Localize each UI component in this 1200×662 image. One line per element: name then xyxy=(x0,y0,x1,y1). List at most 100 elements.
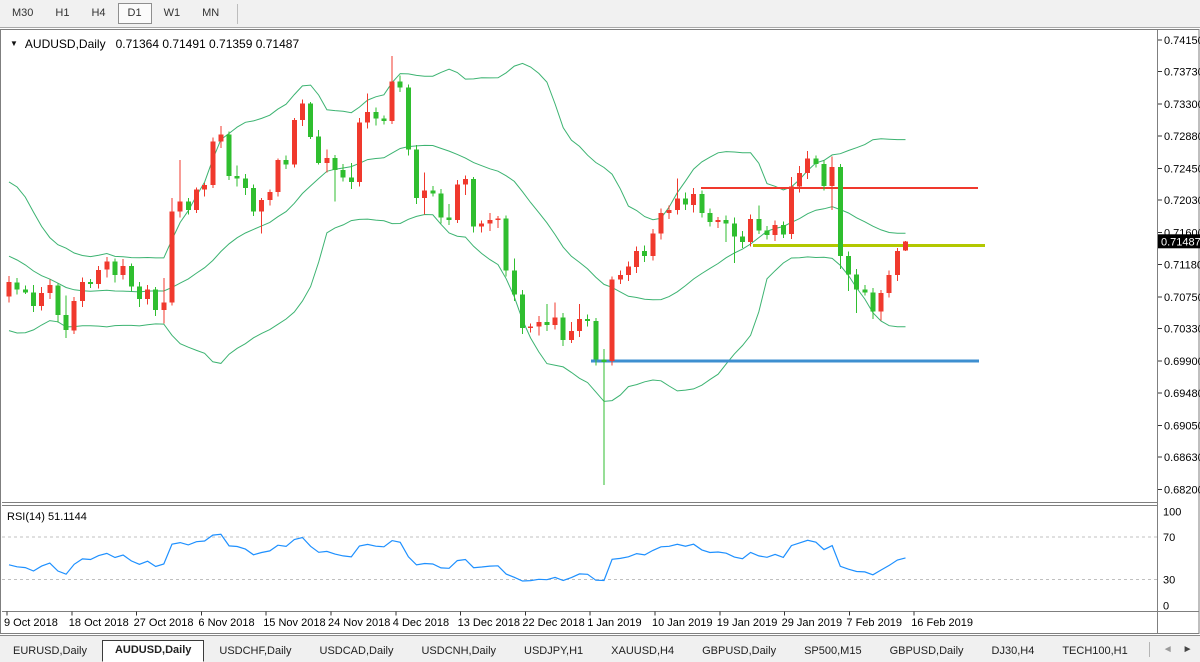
candle-body xyxy=(121,266,126,275)
candle-body xyxy=(756,219,761,230)
candle-body xyxy=(732,224,737,237)
time-axis-label: 19 Jan 2019 xyxy=(717,617,778,629)
candle xyxy=(64,296,69,338)
candle xyxy=(887,271,892,298)
chart-collapse-icon[interactable]: ▼ xyxy=(10,39,18,48)
candle-body xyxy=(463,179,468,184)
time-axis-label: 13 Dec 2018 xyxy=(458,617,520,629)
candle xyxy=(121,259,126,279)
candle-body xyxy=(235,176,240,178)
candle-body xyxy=(585,319,590,321)
candle xyxy=(504,215,509,276)
tab-gbpusd-daily[interactable]: GBPUSD,Daily xyxy=(689,641,789,662)
candle-body xyxy=(691,194,696,205)
candle-body xyxy=(23,289,28,292)
candle xyxy=(357,118,362,187)
candle-body xyxy=(308,104,313,137)
candle-body xyxy=(194,190,199,210)
price-axis-label: 0.70750 xyxy=(1164,292,1200,304)
rsi-axis-label: 0 xyxy=(1163,601,1169,613)
candle xyxy=(194,187,199,213)
candle-body xyxy=(7,282,12,296)
timeframe-button-mn[interactable]: MN xyxy=(192,3,229,24)
candle-body xyxy=(210,141,215,185)
tab-usdcnh-daily[interactable]: USDCNH,Daily xyxy=(408,641,509,662)
candle-body xyxy=(365,112,370,123)
tab-scroll-right-icon[interactable]: ► xyxy=(1178,642,1198,657)
tab-xauusd-h4[interactable]: XAUUSD,H4 xyxy=(598,641,687,662)
candle-body xyxy=(333,158,338,170)
time-axis-label: 7 Feb 2019 xyxy=(846,617,902,629)
candle-body xyxy=(88,282,93,284)
toolbar-separator xyxy=(237,4,238,24)
candle xyxy=(398,76,403,93)
candle xyxy=(471,177,476,233)
candle xyxy=(243,174,248,195)
time-axis-label: 4 Dec 2018 xyxy=(393,617,449,629)
tab-dj30-h4[interactable]: DJ30,H4 xyxy=(979,641,1048,662)
tab-usdcad-daily[interactable]: USDCAD,Daily xyxy=(307,641,407,662)
time-axis-label: 10 Jan 2019 xyxy=(652,617,713,629)
tab-scroll-left-icon[interactable]: ◄ xyxy=(1158,642,1178,657)
candle-body xyxy=(846,256,851,274)
timeframe-button-d1[interactable]: D1 xyxy=(118,3,152,24)
candle xyxy=(838,164,843,269)
candle xyxy=(104,257,109,277)
candle xyxy=(765,226,770,240)
candle-body xyxy=(577,319,582,331)
candle xyxy=(439,189,444,224)
candle-body xyxy=(626,267,631,275)
price-axis-label: 0.74150 xyxy=(1164,35,1200,47)
price-axis-label: 0.72880 xyxy=(1164,131,1200,143)
candle xyxy=(113,258,118,282)
candle-body xyxy=(504,218,509,270)
candle-body xyxy=(422,190,427,198)
candle-body xyxy=(724,220,729,224)
tab-sp500-m15[interactable]: SP500,M15 xyxy=(791,641,874,662)
timeframe-button-h1[interactable]: H1 xyxy=(45,3,79,24)
candle-body xyxy=(805,159,810,173)
chart-symbol-label: AUDUSD,Daily xyxy=(25,37,106,51)
candle xyxy=(333,155,338,202)
candle xyxy=(773,221,778,241)
candle xyxy=(161,278,166,323)
time-axis-label: 16 Feb 2019 xyxy=(911,617,973,629)
candle xyxy=(251,184,256,216)
candle-body xyxy=(357,122,362,182)
candle-body xyxy=(593,321,598,360)
candle-body xyxy=(153,289,158,309)
chart-canvas[interactable]: 0.741500.737300.733000.728800.724500.720… xyxy=(0,29,1200,635)
candle-body xyxy=(903,241,908,250)
candle xyxy=(170,198,175,305)
candle xyxy=(634,246,639,272)
tab-usdjpy-h1[interactable]: USDJPY,H1 xyxy=(511,641,596,662)
tab-usdchf-daily[interactable]: USDCHF,Daily xyxy=(206,641,304,662)
candle xyxy=(316,130,321,165)
tab-tech100-h1[interactable]: TECH100,H1 xyxy=(1049,641,1140,662)
candle-body xyxy=(202,185,207,190)
timeframe-button-h4[interactable]: H4 xyxy=(81,3,115,24)
tab-audusd-daily[interactable]: AUDUSD,Daily xyxy=(102,640,204,662)
candle-body xyxy=(267,192,272,200)
candle-body xyxy=(64,315,69,330)
candle xyxy=(15,278,20,295)
candle-body xyxy=(797,173,802,187)
candle xyxy=(259,198,264,234)
candle xyxy=(275,159,280,197)
tab-scroll-controls: ◄► xyxy=(1141,636,1200,662)
candle xyxy=(455,180,460,223)
candle xyxy=(707,209,712,227)
tab-eurusd-daily[interactable]: EURUSD,Daily xyxy=(0,641,100,662)
candle-body xyxy=(520,295,525,328)
candle-body xyxy=(398,82,403,88)
candle-body xyxy=(373,112,378,119)
candle-body xyxy=(381,119,386,121)
timeframe-button-m30[interactable]: M30 xyxy=(2,3,43,24)
candle-body xyxy=(838,167,843,256)
candle xyxy=(300,100,305,127)
price-axis-label: 0.73300 xyxy=(1164,99,1200,111)
timeframe-button-w1[interactable]: W1 xyxy=(154,3,191,24)
candle xyxy=(716,217,721,228)
candle xyxy=(80,277,85,307)
tab-gbpusd-daily[interactable]: GBPUSD,Daily xyxy=(877,641,977,662)
